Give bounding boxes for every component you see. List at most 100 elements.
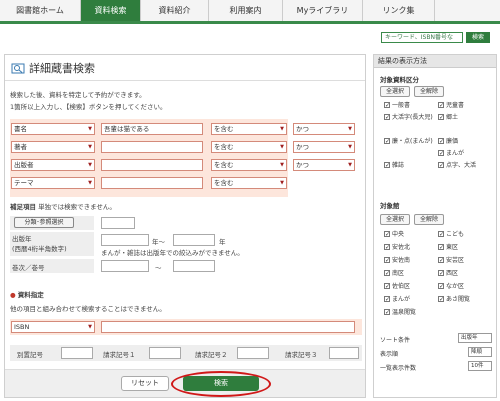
- library-deselect-all[interactable]: 全解除: [414, 214, 444, 225]
- search-input-2[interactable]: [101, 141, 203, 153]
- chevron-down-icon: ▼: [280, 126, 284, 132]
- material-select-all[interactable]: 全選択: [380, 86, 410, 97]
- op-select-3[interactable]: かつ ▼: [293, 159, 355, 171]
- search-input-3[interactable]: [101, 159, 203, 171]
- library-checkbox-7[interactable]: ✓ 西区: [438, 270, 458, 277]
- tab-library-home[interactable]: 図書館ホーム: [0, 0, 81, 21]
- bullet-icon: ●: [10, 291, 16, 299]
- library-checkbox-4[interactable]: ✓ 安佐南: [384, 257, 410, 264]
- classification-input[interactable]: [101, 217, 135, 229]
- pubyear-to-input[interactable]: [173, 234, 215, 246]
- library-checkbox-5[interactable]: ✓ 安芸区: [438, 257, 464, 264]
- material-label-7: まんが: [446, 150, 465, 157]
- supplement-note: 単独では検索できません。: [38, 203, 116, 211]
- checkbox-icon: ✓: [384, 309, 391, 316]
- op-select-3-value: かつ: [296, 161, 309, 169]
- material-label: 対象資料区分: [380, 76, 419, 84]
- instruction-text-2: 1箇所以上入力し、【検索】ボタンを押してください。: [10, 103, 167, 111]
- material-checkbox-4[interactable]: ✓ 廉・点(まんが): [384, 138, 436, 145]
- material-checkbox-5[interactable]: ✓ 廉価: [438, 138, 458, 145]
- search-input-4[interactable]: [101, 177, 203, 189]
- material-checkbox-6[interactable]: ✓ 雑誌: [384, 162, 404, 169]
- library-checkbox-3[interactable]: ✓ 東区: [438, 244, 458, 251]
- call-input-2[interactable]: [237, 347, 269, 359]
- checkbox-icon: ✓: [438, 114, 445, 121]
- resource-note: 他の項目と組み合わせて検索することはできません。: [10, 305, 166, 313]
- volume-to-input[interactable]: [173, 260, 215, 272]
- detailed-search-panel: 詳細蔵書検索 検索した後、資料を特定して予約ができます。 1箇所以上入力し、【検…: [4, 54, 366, 398]
- classification-select-button[interactable]: 分類･参照選択: [14, 217, 74, 228]
- material-checkbox-8[interactable]: ✓ 点字、大活: [438, 162, 476, 169]
- search-input-1[interactable]: 吾輩は猫である: [101, 123, 203, 135]
- library-checkbox-10[interactable]: ✓ まんが: [384, 296, 410, 303]
- resource-type-select[interactable]: ISBN ▼: [11, 321, 95, 333]
- count-select[interactable]: 10件: [468, 361, 492, 371]
- call-input-3[interactable]: [329, 347, 359, 359]
- match-select-1[interactable]: を含む ▼: [211, 123, 287, 135]
- op-select-1[interactable]: かつ ▼: [293, 123, 355, 135]
- sort-select[interactable]: 出版年: [458, 333, 492, 343]
- tab-my-library[interactable]: Myライブラリ: [283, 0, 363, 21]
- field-select-1[interactable]: 書名 ▼: [11, 123, 95, 135]
- tab-usage-guide[interactable]: 利用案内: [209, 0, 283, 21]
- tab-links[interactable]: リンク集: [363, 0, 435, 21]
- volume-from-input[interactable]: [101, 260, 149, 272]
- material-checkbox-0[interactable]: ✓ 一般書: [384, 102, 410, 109]
- library-label-1: こども: [446, 231, 465, 238]
- library-label-6: 南区: [392, 270, 405, 277]
- material-deselect-all[interactable]: 全解除: [414, 86, 444, 97]
- resource-label: 資料指定: [17, 291, 44, 299]
- checkbox-icon: ✓: [438, 162, 445, 169]
- library-checkbox-12[interactable]: ✓ 温泉閲覧: [384, 309, 416, 316]
- match-select-4-value: を含む: [214, 179, 234, 187]
- checkbox-icon: ✓: [384, 283, 391, 290]
- library-select-all[interactable]: 全選択: [380, 214, 410, 225]
- keyword-search-button[interactable]: 検索: [466, 32, 490, 43]
- resource-input[interactable]: [101, 321, 355, 333]
- supplement-header: 補足項目 単独では検索できません。: [10, 201, 116, 211]
- match-select-2[interactable]: を含む ▼: [211, 141, 287, 153]
- library-checkbox-1[interactable]: ✓ こども: [438, 231, 464, 238]
- field-select-4[interactable]: テーマ ▼: [11, 177, 95, 189]
- field-select-2[interactable]: 著者 ▼: [11, 141, 95, 153]
- op-select-1-value: かつ: [296, 125, 309, 133]
- call-input-0[interactable]: [61, 347, 93, 359]
- tab-material-search[interactable]: 資料検索: [81, 0, 141, 21]
- chevron-down-icon: ▼: [88, 144, 92, 150]
- material-checkbox-7[interactable]: ✓ まんが: [438, 150, 464, 157]
- library-checkbox-6[interactable]: ✓ 南区: [384, 270, 404, 277]
- library-checkbox-9[interactable]: ✓ なか区: [438, 283, 464, 290]
- library-label-12: 温泉閲覧: [392, 309, 417, 316]
- resource-header: ● 資料指定: [10, 289, 44, 299]
- reset-button[interactable]: リセット: [121, 376, 169, 391]
- keyword-search-input[interactable]: キーワード、ISBN番号な: [381, 32, 463, 43]
- op-select-2[interactable]: かつ ▼: [293, 141, 355, 153]
- field-select-3[interactable]: 出版者 ▼: [11, 159, 95, 171]
- library-label-4: 安佐南: [392, 257, 411, 264]
- checkbox-icon: ✓: [384, 257, 391, 264]
- tab-material-intro[interactable]: 資料紹介: [141, 0, 209, 21]
- panel-title-bar: 詳細蔵書検索: [5, 55, 365, 81]
- library-label-0: 中央: [392, 231, 405, 238]
- op-select-2-value: かつ: [296, 143, 309, 151]
- sort-label: ソート条件: [380, 337, 411, 344]
- order-select[interactable]: 降順: [468, 347, 492, 357]
- magnifier-icon: [11, 63, 25, 74]
- material-checkbox-2[interactable]: ✓ 大活字(長大児): [384, 114, 436, 121]
- material-checkbox-3[interactable]: ✓ 郷土: [438, 114, 458, 121]
- checkbox-icon: ✓: [384, 231, 391, 238]
- match-select-4[interactable]: を含む ▼: [211, 177, 287, 189]
- match-select-3[interactable]: を含む ▼: [211, 159, 287, 171]
- supplement-label: 補足項目: [10, 203, 36, 211]
- call-input-1[interactable]: [149, 347, 181, 359]
- checkbox-icon: ✓: [438, 102, 445, 109]
- library-checkbox-0[interactable]: ✓ 中央: [384, 231, 404, 238]
- material-checkbox-1[interactable]: ✓ 児童書: [438, 102, 464, 109]
- checkbox-icon: ✓: [438, 244, 445, 251]
- material-label-8: 点字、大活: [446, 162, 477, 169]
- library-checkbox-2[interactable]: ✓ 安佐北: [384, 244, 410, 251]
- display-options-panel: 結果の表示方法 対象資料区分 全選択 全解除 ✓ 一般書 ✓ 児童書 ✓ 大活字(長大…: [373, 54, 497, 398]
- pubyear-from-input[interactable]: [101, 234, 149, 246]
- library-checkbox-11[interactable]: ✓ あさ閲覧: [438, 296, 470, 303]
- library-checkbox-8[interactable]: ✓ 佐伯区: [384, 283, 410, 290]
